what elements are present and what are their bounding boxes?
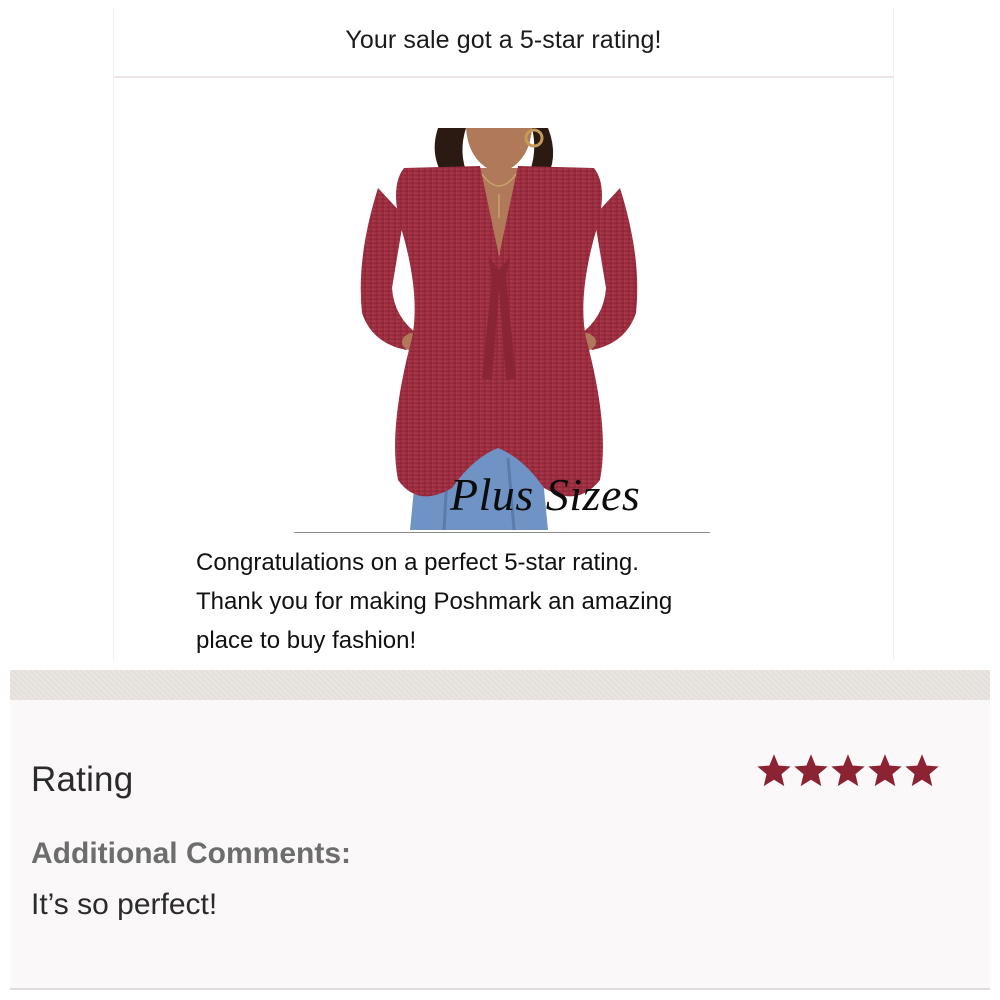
additional-comments-label: Additional Comments: bbox=[31, 837, 351, 870]
screenshot-canvas: Your sale got a 5-star rating! Plus Size… bbox=[0, 0, 1000, 1000]
rating-panel: Rating Additional Comments: It’s so perf… bbox=[10, 700, 990, 990]
message-line: Congratulations on a perfect 5-star rati… bbox=[196, 549, 639, 576]
email-header-title: Your sale got a 5-star rating! bbox=[345, 25, 662, 54]
star-icon bbox=[831, 754, 865, 787]
star-icon bbox=[905, 754, 939, 787]
email-card: Your sale got a 5-star rating! Plus Size… bbox=[113, 8, 894, 660]
photo-overlay-caption: Plus Sizes bbox=[450, 469, 641, 520]
email-header: Your sale got a 5-star rating! bbox=[114, 8, 893, 78]
star-icon bbox=[868, 754, 902, 787]
message-line: Thank you for making Poshmark an amazing bbox=[196, 588, 673, 615]
star-icon bbox=[757, 754, 791, 787]
section-divider bbox=[10, 670, 990, 700]
congratulations-message: Congratulations on a perfect 5-star rati… bbox=[196, 543, 816, 660]
rating-label: Rating bbox=[31, 760, 134, 799]
star-icon bbox=[794, 754, 828, 787]
message-line: place to buy fashion! bbox=[196, 627, 417, 654]
caption-divider bbox=[294, 532, 710, 533]
star-rating bbox=[757, 754, 939, 788]
additional-comments-text: It’s so perfect! bbox=[31, 888, 218, 921]
